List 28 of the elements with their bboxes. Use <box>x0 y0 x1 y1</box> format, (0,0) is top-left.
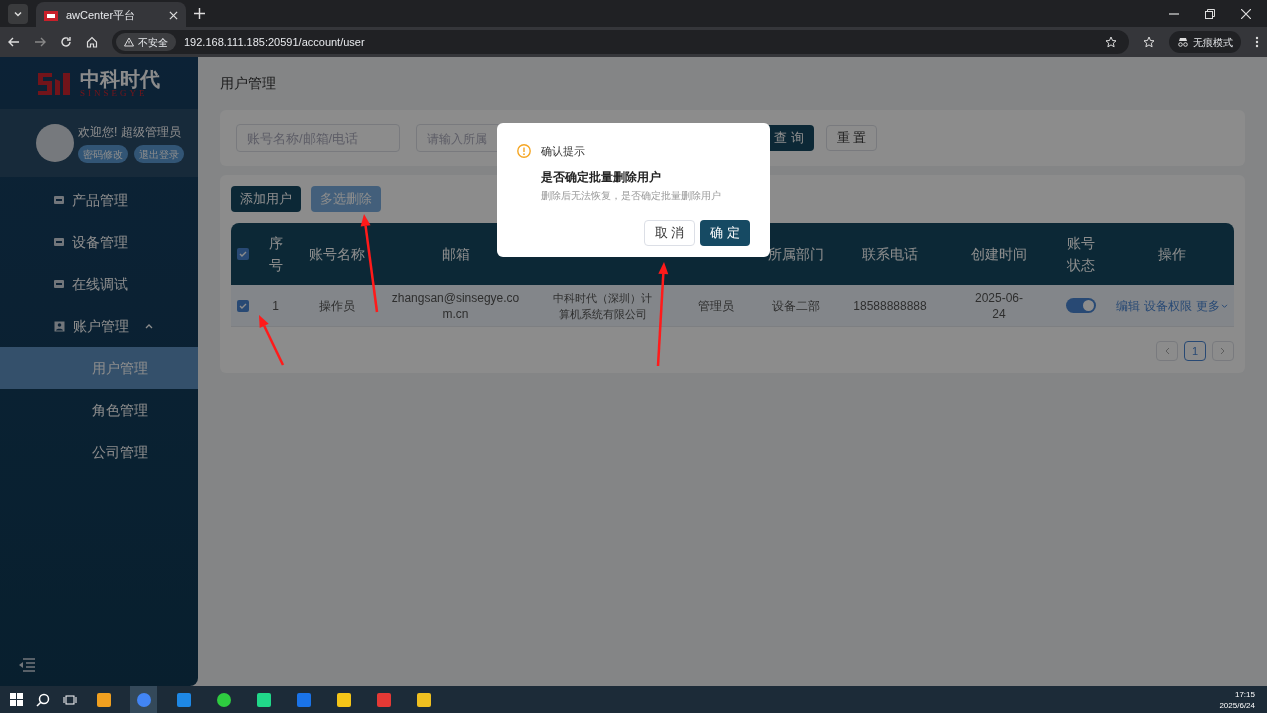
brand-name: 中科时代 <box>80 68 160 89</box>
table-cell: 操作员 <box>319 297 355 314</box>
security-label: 不安全 <box>138 35 168 50</box>
table-cell-text: 中科时代（深圳）计算机系统有限公司 <box>552 290 653 322</box>
dialog-message: 删除后无法恢复，是否确定批量删除用户 <box>541 188 722 203</box>
table-cell: 18588888888 <box>853 297 927 314</box>
table-cell: 管理员 <box>698 297 734 314</box>
column-header: 账号名称 <box>309 245 365 264</box>
page-title: 用户管理 <box>220 74 277 93</box>
welcome-text: 欢迎您! 超级管理员 <box>78 124 182 141</box>
column-header: 联系电话 <box>862 245 918 264</box>
column-header: 创建时间 <box>971 245 1027 264</box>
column-header: 序号 <box>267 234 284 275</box>
table-cell: zhangsan@sinsegye.com.cn <box>391 289 520 322</box>
table-cell: 设备二部 <box>772 297 820 314</box>
column-header: 所属部门 <box>768 245 824 264</box>
dialog-title: 确认提示 <box>541 144 585 159</box>
url-text: 192.168.111.185:20591/account/user <box>184 34 366 50</box>
column-header: 操作 <box>1158 245 1186 264</box>
clock-time: 17:15 <box>1234 688 1255 700</box>
column-header: 邮箱 <box>441 245 470 264</box>
clock-date: 2025/6/24 <box>1219 699 1255 711</box>
tab-title: awCenter平台 <box>66 8 137 24</box>
table-cell: 2025-06-24 <box>974 289 1024 322</box>
table-cell: 1 <box>272 297 279 314</box>
column-header: 账号状态 <box>1065 234 1096 275</box>
brand-subtitle: SINSEGYE <box>80 88 148 98</box>
dialog-heading: 是否确定批量删除用户 <box>541 168 662 186</box>
